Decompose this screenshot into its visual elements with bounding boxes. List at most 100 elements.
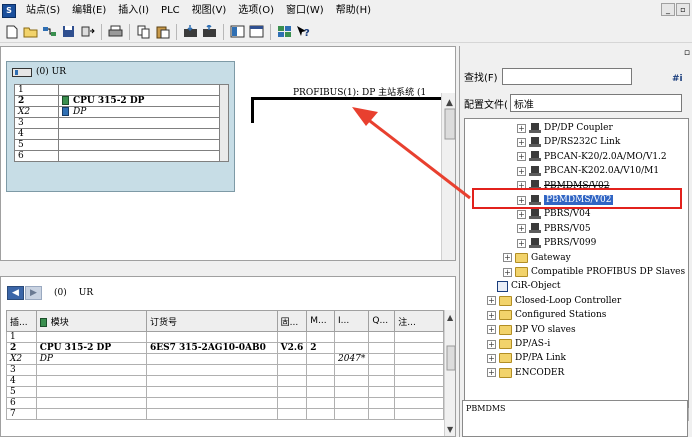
help-icon[interactable]: ?	[295, 23, 312, 40]
cell-comment[interactable]	[394, 375, 444, 387]
col-header-q-address[interactable]: Q...	[368, 310, 396, 332]
network-icon[interactable]	[41, 23, 58, 40]
menu-options[interactable]: 选项(O)	[232, 0, 280, 21]
detail-vertical-scrollbar[interactable]: ▲ ▼	[444, 310, 455, 436]
cell-mpi[interactable]	[306, 364, 335, 376]
cell-q-addr[interactable]	[368, 342, 396, 354]
minimize-icon[interactable]: _	[661, 3, 675, 16]
tree-item[interactable]: + DP/RS232C Link	[517, 135, 620, 149]
profibus-bus-line[interactable]	[251, 97, 447, 100]
app-icon[interactable]: S	[2, 3, 16, 18]
expand-icon[interactable]: +	[517, 166, 526, 176]
cell-q-addr[interactable]	[368, 364, 396, 376]
cell-q-addr[interactable]	[368, 386, 396, 398]
cell-i-addr[interactable]	[333, 386, 370, 398]
menu-insert[interactable]: 插入(I)	[112, 0, 155, 21]
col-header-order[interactable]: 订货号	[146, 310, 278, 332]
menu-view[interactable]: 视图(V)	[186, 0, 233, 21]
expand-icon[interactable]: +	[517, 238, 526, 248]
cell-comment[interactable]	[394, 353, 444, 365]
cell-firmware[interactable]	[276, 353, 308, 365]
cell-q-addr[interactable]	[368, 408, 396, 420]
open-icon[interactable]	[22, 23, 39, 40]
expand-icon[interactable]: +	[503, 253, 512, 263]
col-header-firmware[interactable]: 固...	[276, 310, 308, 332]
tree-item[interactable]: + PBRS/V05	[517, 222, 591, 236]
cell-i-addr[interactable]	[333, 342, 370, 354]
cell-comment[interactable]	[394, 364, 444, 376]
cell-firmware[interactable]	[276, 397, 308, 409]
cell-mpi[interactable]	[306, 386, 335, 398]
nav-back-icon[interactable]: ◀	[7, 286, 24, 300]
rack-scrollbar[interactable]	[219, 84, 229, 162]
cell-module[interactable]	[35, 408, 148, 420]
tree-item[interactable]: + PBCAN-K202.0A/V10/M1	[517, 164, 659, 178]
expand-icon[interactable]: +	[487, 296, 496, 306]
expand-icon[interactable]: +	[487, 353, 496, 363]
col-header-module[interactable]: 模块	[35, 310, 148, 332]
expand-icon[interactable]: +	[517, 152, 526, 162]
col-header-mpi[interactable]: M...	[306, 310, 335, 332]
expand-icon[interactable]: +	[487, 368, 496, 378]
table-row[interactable]: 4	[6, 375, 444, 387]
menu-plc[interactable]: PLC	[155, 0, 186, 21]
cell-slot[interactable]: 1	[6, 331, 37, 343]
cell-order[interactable]	[146, 353, 278, 365]
cell-slot[interactable]: 7	[6, 408, 37, 420]
cell-module[interactable]	[35, 375, 148, 387]
rack-row[interactable]: 1	[14, 84, 229, 162]
cell-order[interactable]	[146, 386, 278, 398]
cell-firmware[interactable]: V2.6	[276, 342, 308, 354]
menu-station[interactable]: 站点(S)	[20, 0, 66, 21]
cell-mpi[interactable]	[306, 408, 335, 420]
tree-item[interactable]: + DP/DP Coupler	[517, 121, 613, 135]
cell-mpi[interactable]: 2	[306, 342, 335, 354]
cell-module[interactable]	[35, 364, 148, 376]
rack-module[interactable]	[58, 84, 220, 96]
cell-i-addr[interactable]	[333, 364, 370, 376]
cell-module[interactable]: CPU 315-2 DP	[35, 342, 148, 354]
table-row[interactable]: 5	[6, 386, 444, 398]
cell-slot[interactable]: 4	[6, 375, 37, 387]
tree-item[interactable]: + ENCODER	[487, 366, 564, 380]
tree-item[interactable]: + Compatible PROFIBUS DP Slaves	[503, 265, 685, 279]
cell-firmware[interactable]	[276, 364, 308, 376]
cell-comment[interactable]	[394, 342, 444, 354]
restore-icon[interactable]: ▫	[676, 3, 690, 16]
menu-help[interactable]: 帮助(H)	[330, 0, 377, 21]
cell-firmware[interactable]	[276, 375, 308, 387]
cell-order[interactable]	[146, 397, 278, 409]
tree-item[interactable]: + DP VO slaves	[487, 323, 576, 337]
tree-item[interactable]: + Gateway	[503, 251, 571, 265]
cell-firmware[interactable]	[276, 408, 308, 420]
cell-comment[interactable]	[394, 397, 444, 409]
expand-icon[interactable]: +	[517, 123, 526, 133]
save-icon[interactable]	[60, 23, 77, 40]
cell-comment[interactable]	[394, 386, 444, 398]
tree-item[interactable]: CiR-Object	[485, 279, 561, 293]
find-input[interactable]	[501, 68, 632, 85]
compile-icon[interactable]	[79, 23, 96, 40]
cell-order[interactable]: 6ES7 315-2AG10-0AB0	[146, 342, 278, 354]
expand-icon[interactable]: +	[487, 325, 496, 335]
print-icon[interactable]	[107, 23, 124, 40]
upload-icon[interactable]	[201, 23, 218, 40]
expand-icon[interactable]: +	[517, 137, 526, 147]
table-row[interactable]: 6	[6, 397, 444, 409]
cell-module[interactable]	[35, 397, 148, 409]
rack-row[interactable]: X2 DP	[14, 106, 229, 118]
find-button-icon[interactable]: #i	[672, 70, 688, 86]
copy-icon[interactable]	[135, 23, 152, 40]
rack-row[interactable]: 2 CPU 315-2 DP	[14, 95, 229, 107]
cell-order[interactable]	[146, 408, 278, 420]
col-header-i-address[interactable]: I...	[333, 310, 370, 332]
cell-mpi[interactable]	[306, 331, 335, 343]
rack-window[interactable]: (0) UR 1 2 CPU 315-2 DP X2 DP 3 4 5 6	[6, 61, 235, 192]
rack-module[interactable]	[58, 150, 220, 162]
tree-item[interactable]: + Closed-Loop Controller	[487, 294, 621, 308]
tree-item[interactable]: + PBRS/V099	[517, 236, 596, 250]
cell-slot[interactable]: 2	[6, 342, 37, 354]
expand-icon[interactable]: +	[487, 310, 496, 320]
cell-module[interactable]	[35, 331, 148, 343]
cell-q-addr[interactable]	[368, 397, 396, 409]
